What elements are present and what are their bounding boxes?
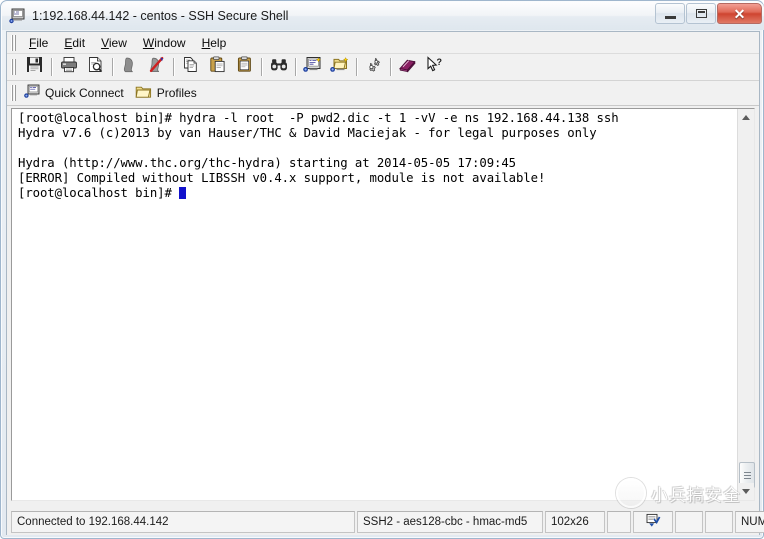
print-button[interactable]	[56, 56, 81, 79]
copy-icon	[182, 56, 199, 78]
profiles-label: Profiles	[156, 86, 197, 100]
settings-icon	[365, 56, 383, 78]
new-terminal-icon	[303, 56, 322, 78]
quick-connect-bar: Quick Connect Profiles	[7, 81, 759, 106]
status-cipher: SSH2 - aes128-cbc - hmac-md5	[357, 511, 543, 533]
terminal-scrollbar[interactable]	[737, 109, 755, 500]
menu-help[interactable]: Help	[194, 34, 235, 52]
copy-paste-icon	[236, 56, 253, 78]
status-encryption-indicator[interactable]	[633, 511, 673, 533]
disconnect-button[interactable]	[144, 56, 169, 79]
toolbar-separator	[173, 58, 174, 76]
toolbar-separator	[390, 58, 391, 76]
menu-drag-grip[interactable]	[10, 34, 17, 51]
status-blank-2	[675, 511, 703, 533]
quick-connect-button[interactable]: Quick Connect	[21, 83, 130, 104]
print-preview-button[interactable]	[83, 56, 108, 79]
status-blank-3	[705, 511, 733, 533]
context-help-icon: ?	[426, 56, 444, 78]
toolbar-separator	[356, 58, 357, 76]
encryption-icon	[645, 513, 661, 531]
status-connection: Connected to 192.168.44.142	[11, 511, 355, 533]
close-button[interactable]: ✕	[717, 3, 762, 24]
quick-connect-icon	[24, 84, 40, 102]
print-icon	[60, 56, 78, 78]
paste-button[interactable]	[205, 56, 230, 79]
scroll-up-icon	[742, 115, 750, 120]
new-file-transfer-icon	[330, 56, 349, 78]
toolbar-drag-grip[interactable]	[10, 59, 17, 75]
status-terminal-size: 102x26	[545, 511, 605, 533]
window-title: 1:192.168.44.142 - centos - SSH Secure S…	[32, 9, 289, 23]
paste-icon	[209, 56, 226, 78]
screenshot-root: 1:192.168.44.142 - centos - SSH Secure S…	[0, 0, 764, 539]
terminal-line: [root@localhost bin]# hydra -l root -P p…	[18, 111, 619, 125]
quick-connect-label: Quick Connect	[45, 86, 124, 100]
scroll-up-arrow[interactable]	[738, 109, 754, 126]
connect-button[interactable]	[117, 56, 142, 79]
terminal-output[interactable]: [root@localhost bin]# hydra -l root -P p…	[12, 109, 738, 500]
copy-button[interactable]	[178, 56, 203, 79]
menu-bar: File Edit View Window Help	[7, 32, 759, 54]
ssh-terminal-icon	[9, 8, 26, 24]
maximize-icon	[695, 9, 707, 18]
status-num-lock: NUM	[735, 511, 764, 533]
context-help-button[interactable]: ?	[422, 56, 447, 79]
connect-icon	[122, 56, 138, 78]
save-icon	[26, 56, 43, 78]
toolbar-separator	[51, 58, 52, 76]
window-controls: ✕	[654, 3, 762, 25]
maximize-button[interactable]	[686, 3, 716, 24]
minimize-button[interactable]	[655, 3, 685, 24]
find-button[interactable]	[266, 56, 291, 79]
terminal-prompt: [root@localhost bin]#	[18, 186, 180, 201]
disconnect-icon	[148, 56, 165, 78]
profiles-button[interactable]: Profiles	[132, 83, 203, 104]
close-icon: ✕	[733, 5, 746, 22]
scroll-down-arrow[interactable]	[738, 483, 754, 500]
settings-button[interactable]	[361, 56, 386, 79]
terminal-panel: [root@localhost bin]# hydra -l root -P p…	[11, 108, 755, 501]
terminal-line: [ERROR] Compiled without LIBSSH v0.4.x s…	[18, 171, 546, 186]
toolbar-separator	[295, 58, 296, 76]
find-icon	[270, 57, 288, 78]
ssh-secure-shell-window: 1:192.168.44.142 - centos - SSH Secure S…	[0, 0, 764, 539]
terminal-line: Hydra (http://www.thc.org/thc-hydra) sta…	[18, 156, 516, 171]
status-bar: Connected to 192.168.44.142 SSH2 - aes12…	[11, 511, 764, 533]
scroll-down-icon	[742, 489, 750, 494]
new-file-transfer-button[interactable]	[327, 56, 352, 79]
menu-edit[interactable]: Edit	[56, 34, 93, 52]
menu-window[interactable]: Window	[135, 34, 194, 52]
title-bar[interactable]: 1:192.168.44.142 - centos - SSH Secure S…	[2, 2, 764, 30]
toolbar: ?	[7, 54, 759, 81]
toolbar-separator	[112, 58, 113, 76]
minimize-icon	[664, 15, 676, 19]
terminal-line: Hydra v7.6 (c)2013 by van Hauser/THC & D…	[18, 126, 597, 141]
scroll-thumb-grip-icon	[743, 471, 751, 479]
toolbar-separator	[261, 58, 262, 76]
help-book-button[interactable]	[395, 56, 420, 79]
new-terminal-button[interactable]	[300, 56, 325, 79]
copy-paste-button[interactable]	[232, 56, 257, 79]
profiles-folder-icon	[135, 85, 152, 102]
client-area: File Edit View Window Help ? Quick Conne…	[6, 31, 764, 535]
quickbar-drag-grip[interactable]	[10, 85, 17, 101]
terminal-prompt-line: [root@localhost bin]#	[18, 186, 738, 201]
save-button[interactable]	[22, 56, 47, 79]
menu-view[interactable]: View	[93, 34, 135, 52]
status-blank-1	[607, 511, 631, 533]
terminal-cursor	[179, 187, 187, 200]
help-book-icon	[398, 57, 417, 78]
print-preview-icon	[87, 56, 104, 78]
menu-file[interactable]: File	[21, 34, 56, 52]
svg-text:?: ?	[436, 57, 442, 67]
